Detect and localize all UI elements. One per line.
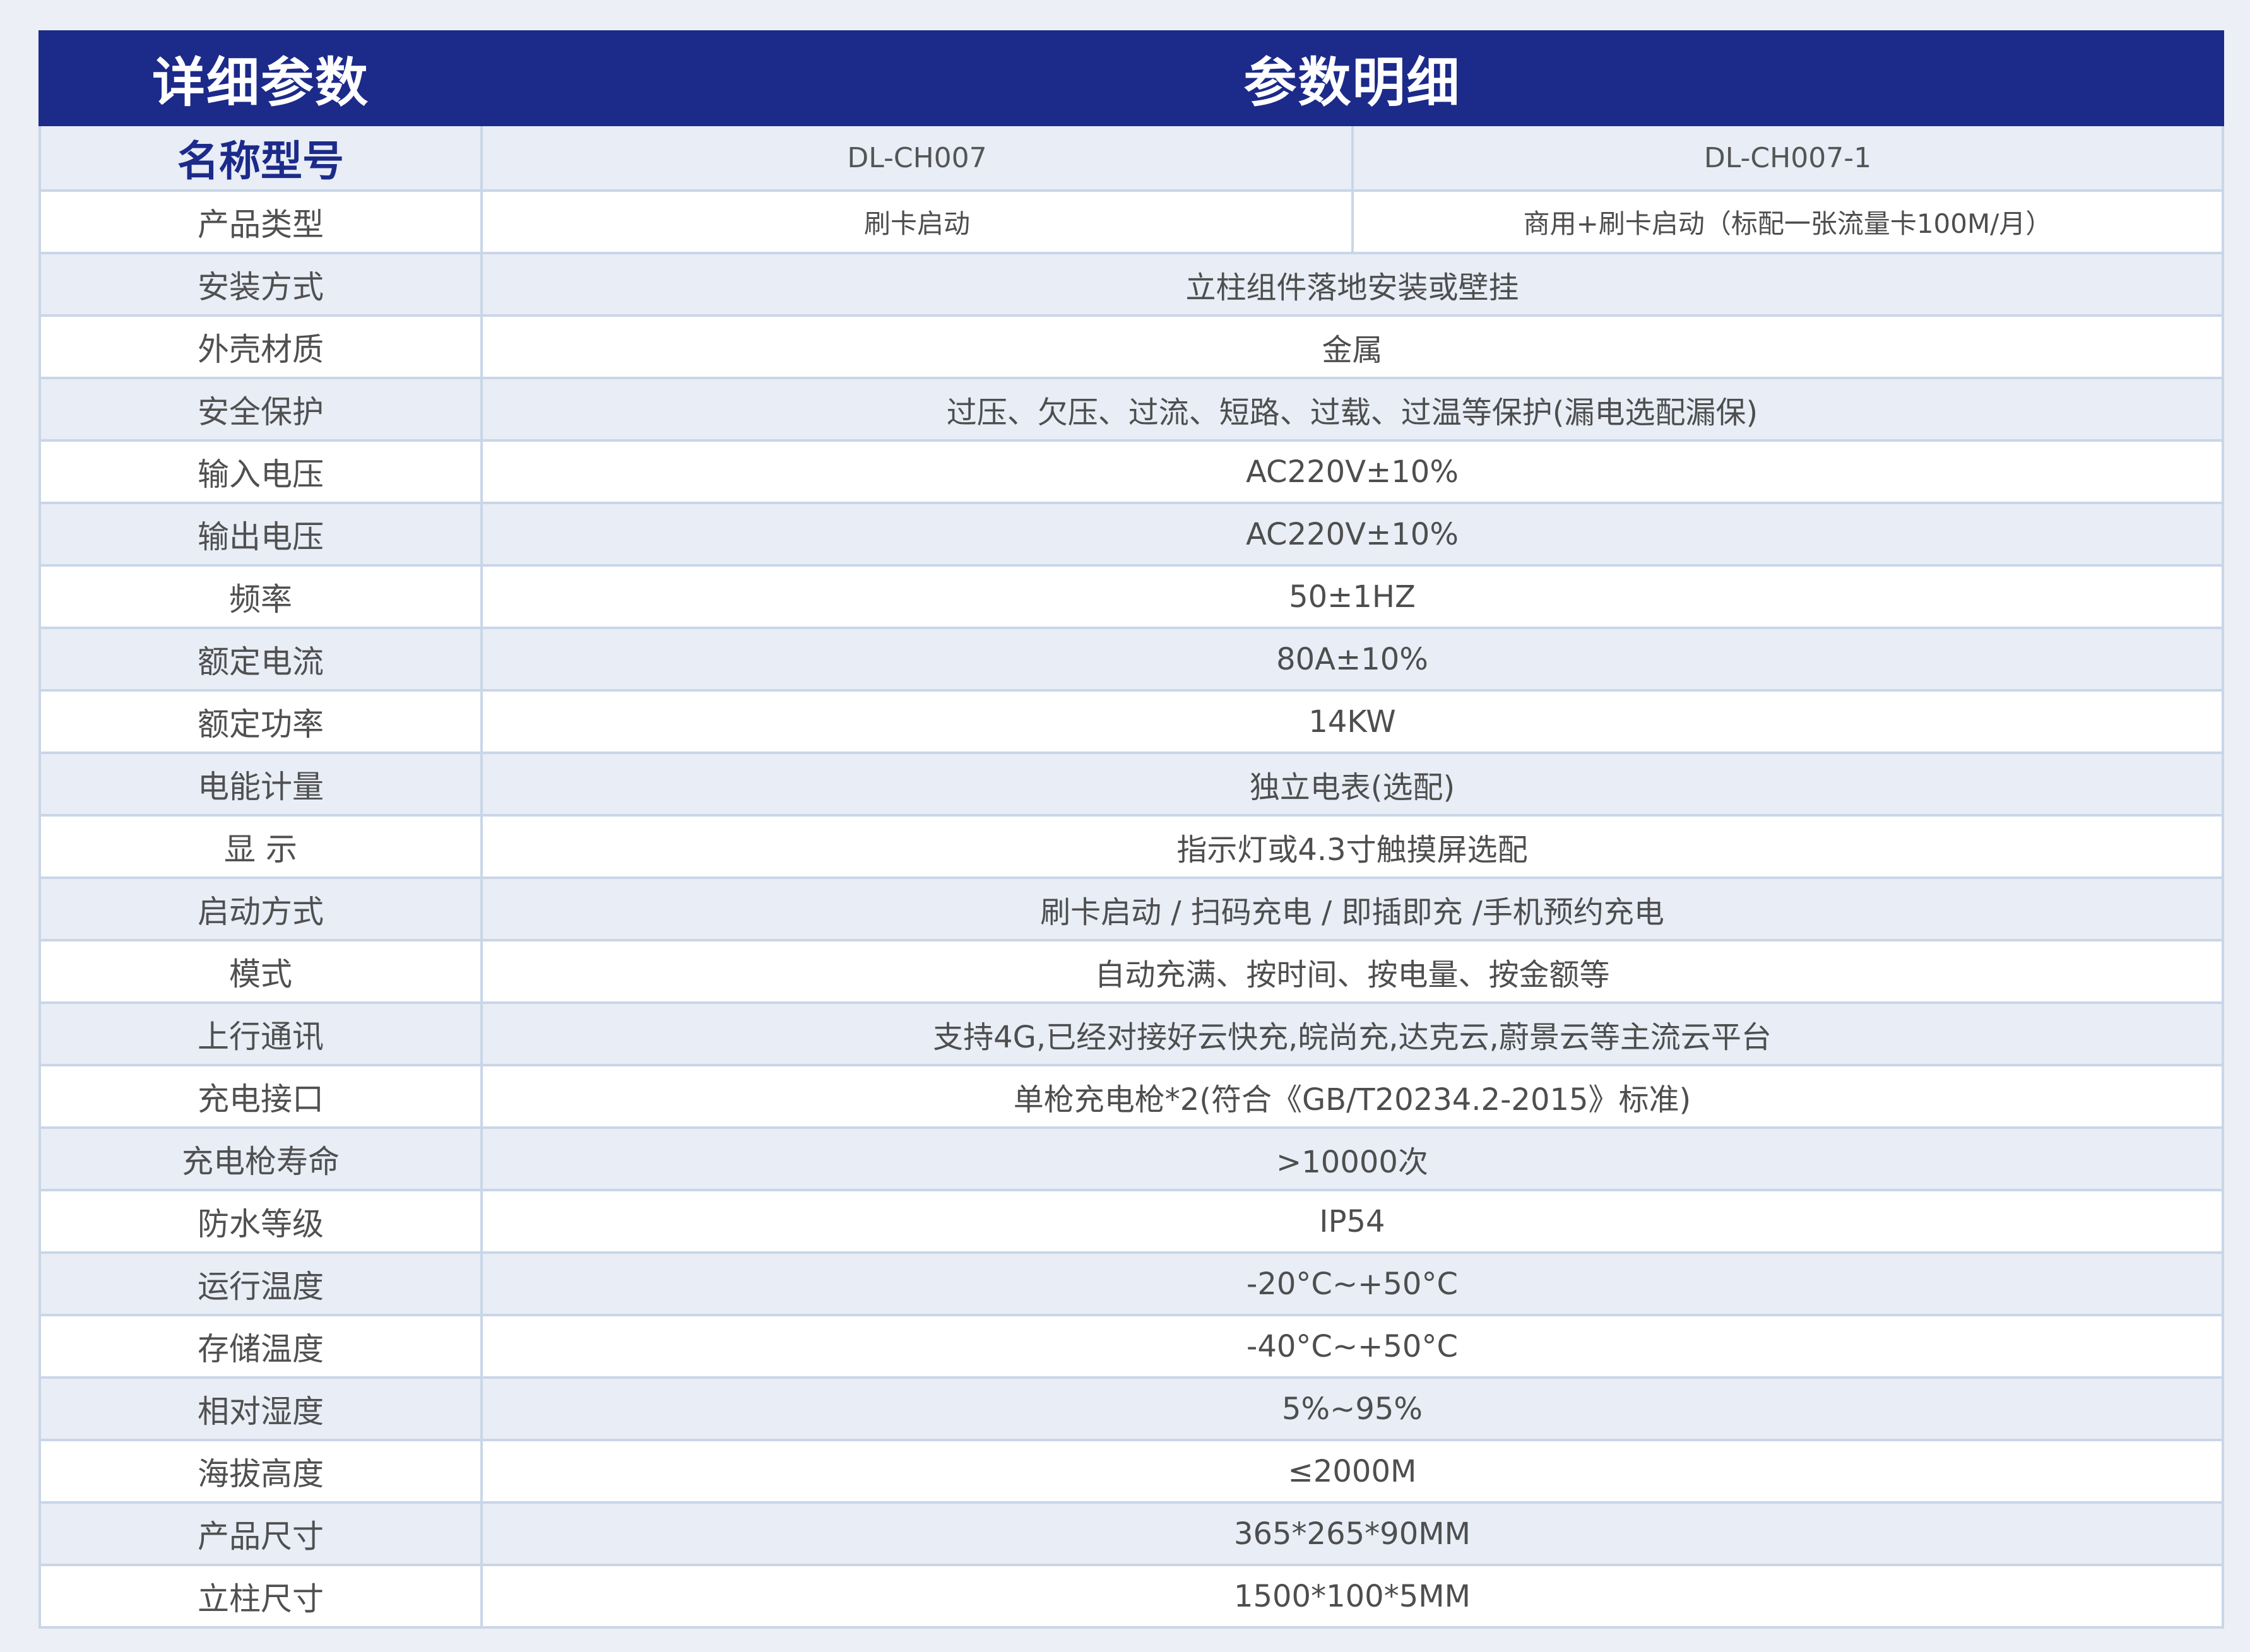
row-label: 输入电压 bbox=[38, 439, 483, 504]
row-label: 立柱尺寸 bbox=[38, 1564, 483, 1629]
table-row: 海拔高度 ≤2000M bbox=[38, 1439, 2225, 1504]
row-value: 独立电表(选配) bbox=[480, 752, 2225, 817]
row-value: 自动充满、按时间、按电量、按金额等 bbox=[480, 939, 2225, 1004]
row-label: 启动方式 bbox=[38, 876, 483, 941]
table-row: 模式 自动充满、按时间、按电量、按金额等 bbox=[38, 939, 2225, 1004]
row-label: 充电接口 bbox=[38, 1064, 483, 1129]
row-label: 产品尺寸 bbox=[38, 1501, 483, 1566]
header-right-title: 参数明细 bbox=[480, 30, 2225, 126]
row-label: 额定电流 bbox=[38, 627, 483, 692]
row-value: 1500*100*5MM bbox=[480, 1564, 2225, 1629]
table-row: 上行通讯 支持4G,已经对接好云快充,皖尚充,达克云,蔚景云等主流云平台 bbox=[38, 1001, 2225, 1066]
row-label: 安装方式 bbox=[38, 252, 483, 317]
row-value: 过压、欠压、过流、短路、过载、过温等保护(漏电选配漏保) bbox=[480, 377, 2225, 442]
spec-table: 详细参数 参数明细 名称型号 DL-CH007 DL-CH007-1 产品类型 … bbox=[38, 30, 2225, 1629]
row-value: 刷卡启动 / 扫码充电 / 即插即充 /手机预约充电 bbox=[480, 876, 2225, 941]
table-row: 充电接口 单枪充电枪*2(符合《GB/T20234.2-2015》标准) bbox=[38, 1064, 2225, 1129]
row-label: 输出电压 bbox=[38, 502, 483, 567]
table-row: 额定功率 14KW bbox=[38, 689, 2225, 754]
row-value: 支持4G,已经对接好云快充,皖尚充,达克云,蔚景云等主流云平台 bbox=[480, 1001, 2225, 1066]
header-left-title: 详细参数 bbox=[38, 30, 483, 126]
row-label: 额定功率 bbox=[38, 689, 483, 754]
table-row: 安装方式 立柱组件落地安装或壁挂 bbox=[38, 252, 2225, 317]
row-label: 上行通讯 bbox=[38, 1001, 483, 1066]
row-label: 显 示 bbox=[38, 814, 483, 879]
product-type-row: 产品类型 刷卡启动 商用+刷卡启动（标配一张流量卡100M/月） bbox=[38, 189, 2225, 254]
table-row: 存储温度 -40°C~+50°C bbox=[38, 1314, 2225, 1379]
table-row: 相对湿度 5%~95% bbox=[38, 1376, 2225, 1441]
row-value: 5%~95% bbox=[480, 1376, 2225, 1441]
table-row: 电能计量 独立电表(选配) bbox=[38, 752, 2225, 817]
table-row: 额定电流 80A±10% bbox=[38, 627, 2225, 692]
row-value: ≤2000M bbox=[480, 1439, 2225, 1504]
table-row: 外壳材质 金属 bbox=[38, 314, 2225, 379]
row-label: 安全保护 bbox=[38, 377, 483, 442]
table-row: 运行温度 -20°C~+50°C bbox=[38, 1251, 2225, 1316]
model-row: 名称型号 DL-CH007 DL-CH007-1 bbox=[38, 124, 2225, 192]
row-value: 50±1HZ bbox=[480, 564, 2225, 629]
model-value-1: DL-CH007 bbox=[480, 124, 1354, 192]
row-value: 单枪充电枪*2(符合《GB/T20234.2-2015》标准) bbox=[480, 1064, 2225, 1129]
row-label: 频率 bbox=[38, 564, 483, 629]
product-type-value-1: 刷卡启动 bbox=[480, 189, 1354, 254]
row-label: 电能计量 bbox=[38, 752, 483, 817]
table-row: 显 示指示灯或4.3寸触摸屏选配 bbox=[38, 814, 2225, 879]
row-label: 充电枪寿命 bbox=[38, 1126, 483, 1191]
table-row: 安全保护 过压、欠压、过流、短路、过载、过温等保护(漏电选配漏保) bbox=[38, 377, 2225, 442]
table-row: 防水等级 IP54 bbox=[38, 1189, 2225, 1254]
row-value: IP54 bbox=[480, 1189, 2225, 1254]
row-value: 365*265*90MM bbox=[480, 1501, 2225, 1566]
row-label: 海拔高度 bbox=[38, 1439, 483, 1504]
row-value: 指示灯或4.3寸触摸屏选配 bbox=[480, 814, 2225, 879]
row-value: -40°C~+50°C bbox=[480, 1314, 2225, 1379]
row-value: 80A±10% bbox=[480, 627, 2225, 692]
model-label: 名称型号 bbox=[38, 124, 483, 192]
row-value: 14KW bbox=[480, 689, 2225, 754]
product-type-label: 产品类型 bbox=[38, 189, 483, 254]
table-row: 输入电压 AC220V±10% bbox=[38, 439, 2225, 504]
product-type-value-2: 商用+刷卡启动（标配一张流量卡100M/月） bbox=[1351, 189, 2225, 254]
row-label: 模式 bbox=[38, 939, 483, 1004]
table-row: 立柱尺寸 1500*100*5MM bbox=[38, 1564, 2225, 1629]
row-label: 外壳材质 bbox=[38, 314, 483, 379]
model-value-2: DL-CH007-1 bbox=[1351, 124, 2225, 192]
row-label: 运行温度 bbox=[38, 1251, 483, 1316]
header-row: 详细参数 参数明细 bbox=[38, 30, 2225, 126]
table-row: 输出电压 AC220V±10% bbox=[38, 502, 2225, 567]
row-value: -20°C~+50°C bbox=[480, 1251, 2225, 1316]
row-value: >10000次 bbox=[480, 1126, 2225, 1191]
row-label: 相对湿度 bbox=[38, 1376, 483, 1441]
row-label: 存储温度 bbox=[38, 1314, 483, 1379]
row-value: AC220V±10% bbox=[480, 439, 2225, 504]
table-row: 频率 50±1HZ bbox=[38, 564, 2225, 629]
table-row: 充电枪寿命 >10000次 bbox=[38, 1126, 2225, 1191]
row-value: AC220V±10% bbox=[480, 502, 2225, 567]
table-row: 启动方式 刷卡启动 / 扫码充电 / 即插即充 /手机预约充电 bbox=[38, 876, 2225, 941]
row-label: 防水等级 bbox=[38, 1189, 483, 1254]
row-value: 立柱组件落地安装或壁挂 bbox=[480, 252, 2225, 317]
row-value: 金属 bbox=[480, 314, 2225, 379]
table-row: 产品尺寸 365*265*90MM bbox=[38, 1501, 2225, 1566]
